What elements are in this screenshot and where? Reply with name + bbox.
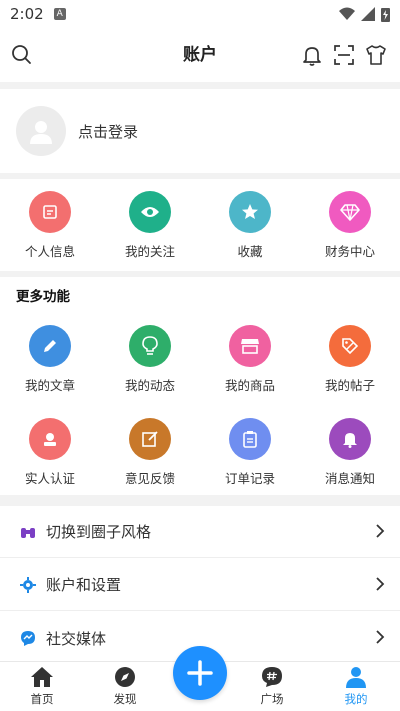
quick-action-label: 个人信息 [24,244,75,259]
function-verification[interactable]: 实人认证 [0,418,100,487]
quick-action-circle [29,191,71,233]
battery-icon [381,7,390,22]
function-my-products[interactable]: 我的商品 [200,325,300,394]
nav-label: 广场 [260,692,284,706]
gear-icon [20,576,36,593]
quick-action-following[interactable]: 我的关注 [100,191,200,260]
function-notifications[interactable]: 消息通知 [300,418,400,487]
bell-icon [343,433,357,448]
top-bar: 账户 [0,28,400,82]
messenger-icon [21,631,35,646]
scan-icon[interactable] [332,43,356,67]
chevron-right-icon [376,630,385,644]
create-post-button[interactable] [173,646,227,700]
function-orders[interactable]: 订单记录 [200,418,300,487]
function-label: 订单记录 [224,471,275,486]
status-time: 2:02 [10,5,44,23]
user-badge-icon [44,433,56,446]
list-item-label: 切换到圈子风格 [46,523,152,541]
function-label: 我的商品 [224,378,275,393]
hash-chat-icon [262,667,282,687]
pencil-icon [44,340,56,352]
quick-action-favorites[interactable]: 收藏 [200,191,300,260]
function-circle [29,418,71,460]
avatar[interactable] [16,106,66,156]
quick-action-label: 财务中心 [324,244,375,259]
quick-action-profile[interactable]: 个人信息 [0,191,100,260]
nav-label: 首页 [30,692,54,706]
diamond-icon [340,204,360,221]
nav-discover[interactable]: 发现 [85,662,165,711]
quick-action-label: 我的关注 [124,244,175,259]
notification-icon: A [53,8,66,20]
nav-mine[interactable]: 我的 [316,662,396,711]
section-heading: 更多功能 [16,289,70,305]
quick-actions: 个人信息 我的关注 收藏 财务中心 [0,179,400,271]
chevron-right-icon [376,524,385,538]
list-item-account-settings[interactable]: 账户和设置 [0,559,400,611]
tshirt-icon[interactable] [364,43,388,67]
function-circle [229,325,271,367]
home-icon [31,667,53,687]
function-circle [329,325,371,367]
tag-icon [342,338,359,355]
store-icon [241,339,259,354]
more-functions-section: 更多功能 我的文章 我的动态 我的商品 我的帖子 实人认证 意见反馈 订单记录 … [0,277,400,495]
function-label: 我的文章 [24,378,75,393]
nav-label: 我的 [344,692,368,706]
function-label: 我的动态 [124,378,175,393]
function-circle [329,418,371,460]
plus-icon [187,660,213,686]
function-label: 实人认证 [24,471,75,486]
function-my-moments[interactable]: 我的动态 [100,325,200,394]
avatar-placeholder-icon [30,121,52,144]
quick-action-circle [229,191,271,233]
clipboard-icon [243,431,257,448]
login-card[interactable]: 点击登录 [0,89,400,173]
nav-home[interactable]: 首页 [2,662,82,711]
status-right [339,7,390,22]
eye-icon [141,207,159,217]
list-item-label: 账户和设置 [46,576,122,594]
quick-action-label: 收藏 [237,244,263,259]
star-icon [242,204,258,219]
list-item-switch-style[interactable]: 切换到圈子风格 [0,506,400,558]
chevron-right-icon [376,577,385,591]
settings-list: 切换到圈子风格 账户和设置 社交媒体 [0,506,400,661]
nav-label: 发现 [113,692,137,706]
person-icon [346,667,366,688]
function-my-posts[interactable]: 我的帖子 [300,325,400,394]
signal-icon [361,7,375,21]
quick-action-circle [329,191,371,233]
feedback-icon [142,431,158,447]
function-circle [129,325,171,367]
quick-action-finance[interactable]: 财务中心 [300,191,400,260]
binoculars-icon [21,527,35,538]
wifi-icon [339,7,355,20]
list-item-label: 社交媒体 [46,629,107,648]
search-icon[interactable] [10,43,34,67]
quick-action-circle [129,191,171,233]
function-my-articles[interactable]: 我的文章 [0,325,100,394]
login-label[interactable]: 点击登录 [78,121,138,142]
function-label: 消息通知 [324,471,375,486]
function-circle [129,418,171,460]
status-bar: 2:02 A [0,0,400,28]
function-label: 我的帖子 [324,378,375,393]
function-circle [229,418,271,460]
compass-icon [115,667,135,687]
function-circle [29,325,71,367]
function-feedback[interactable]: 意见反馈 [100,418,200,487]
bulb-icon [142,336,158,355]
edit-icon [43,205,57,219]
function-label: 意见反馈 [124,471,175,486]
bell-icon[interactable] [300,43,324,67]
nav-square[interactable]: 广场 [232,662,312,711]
